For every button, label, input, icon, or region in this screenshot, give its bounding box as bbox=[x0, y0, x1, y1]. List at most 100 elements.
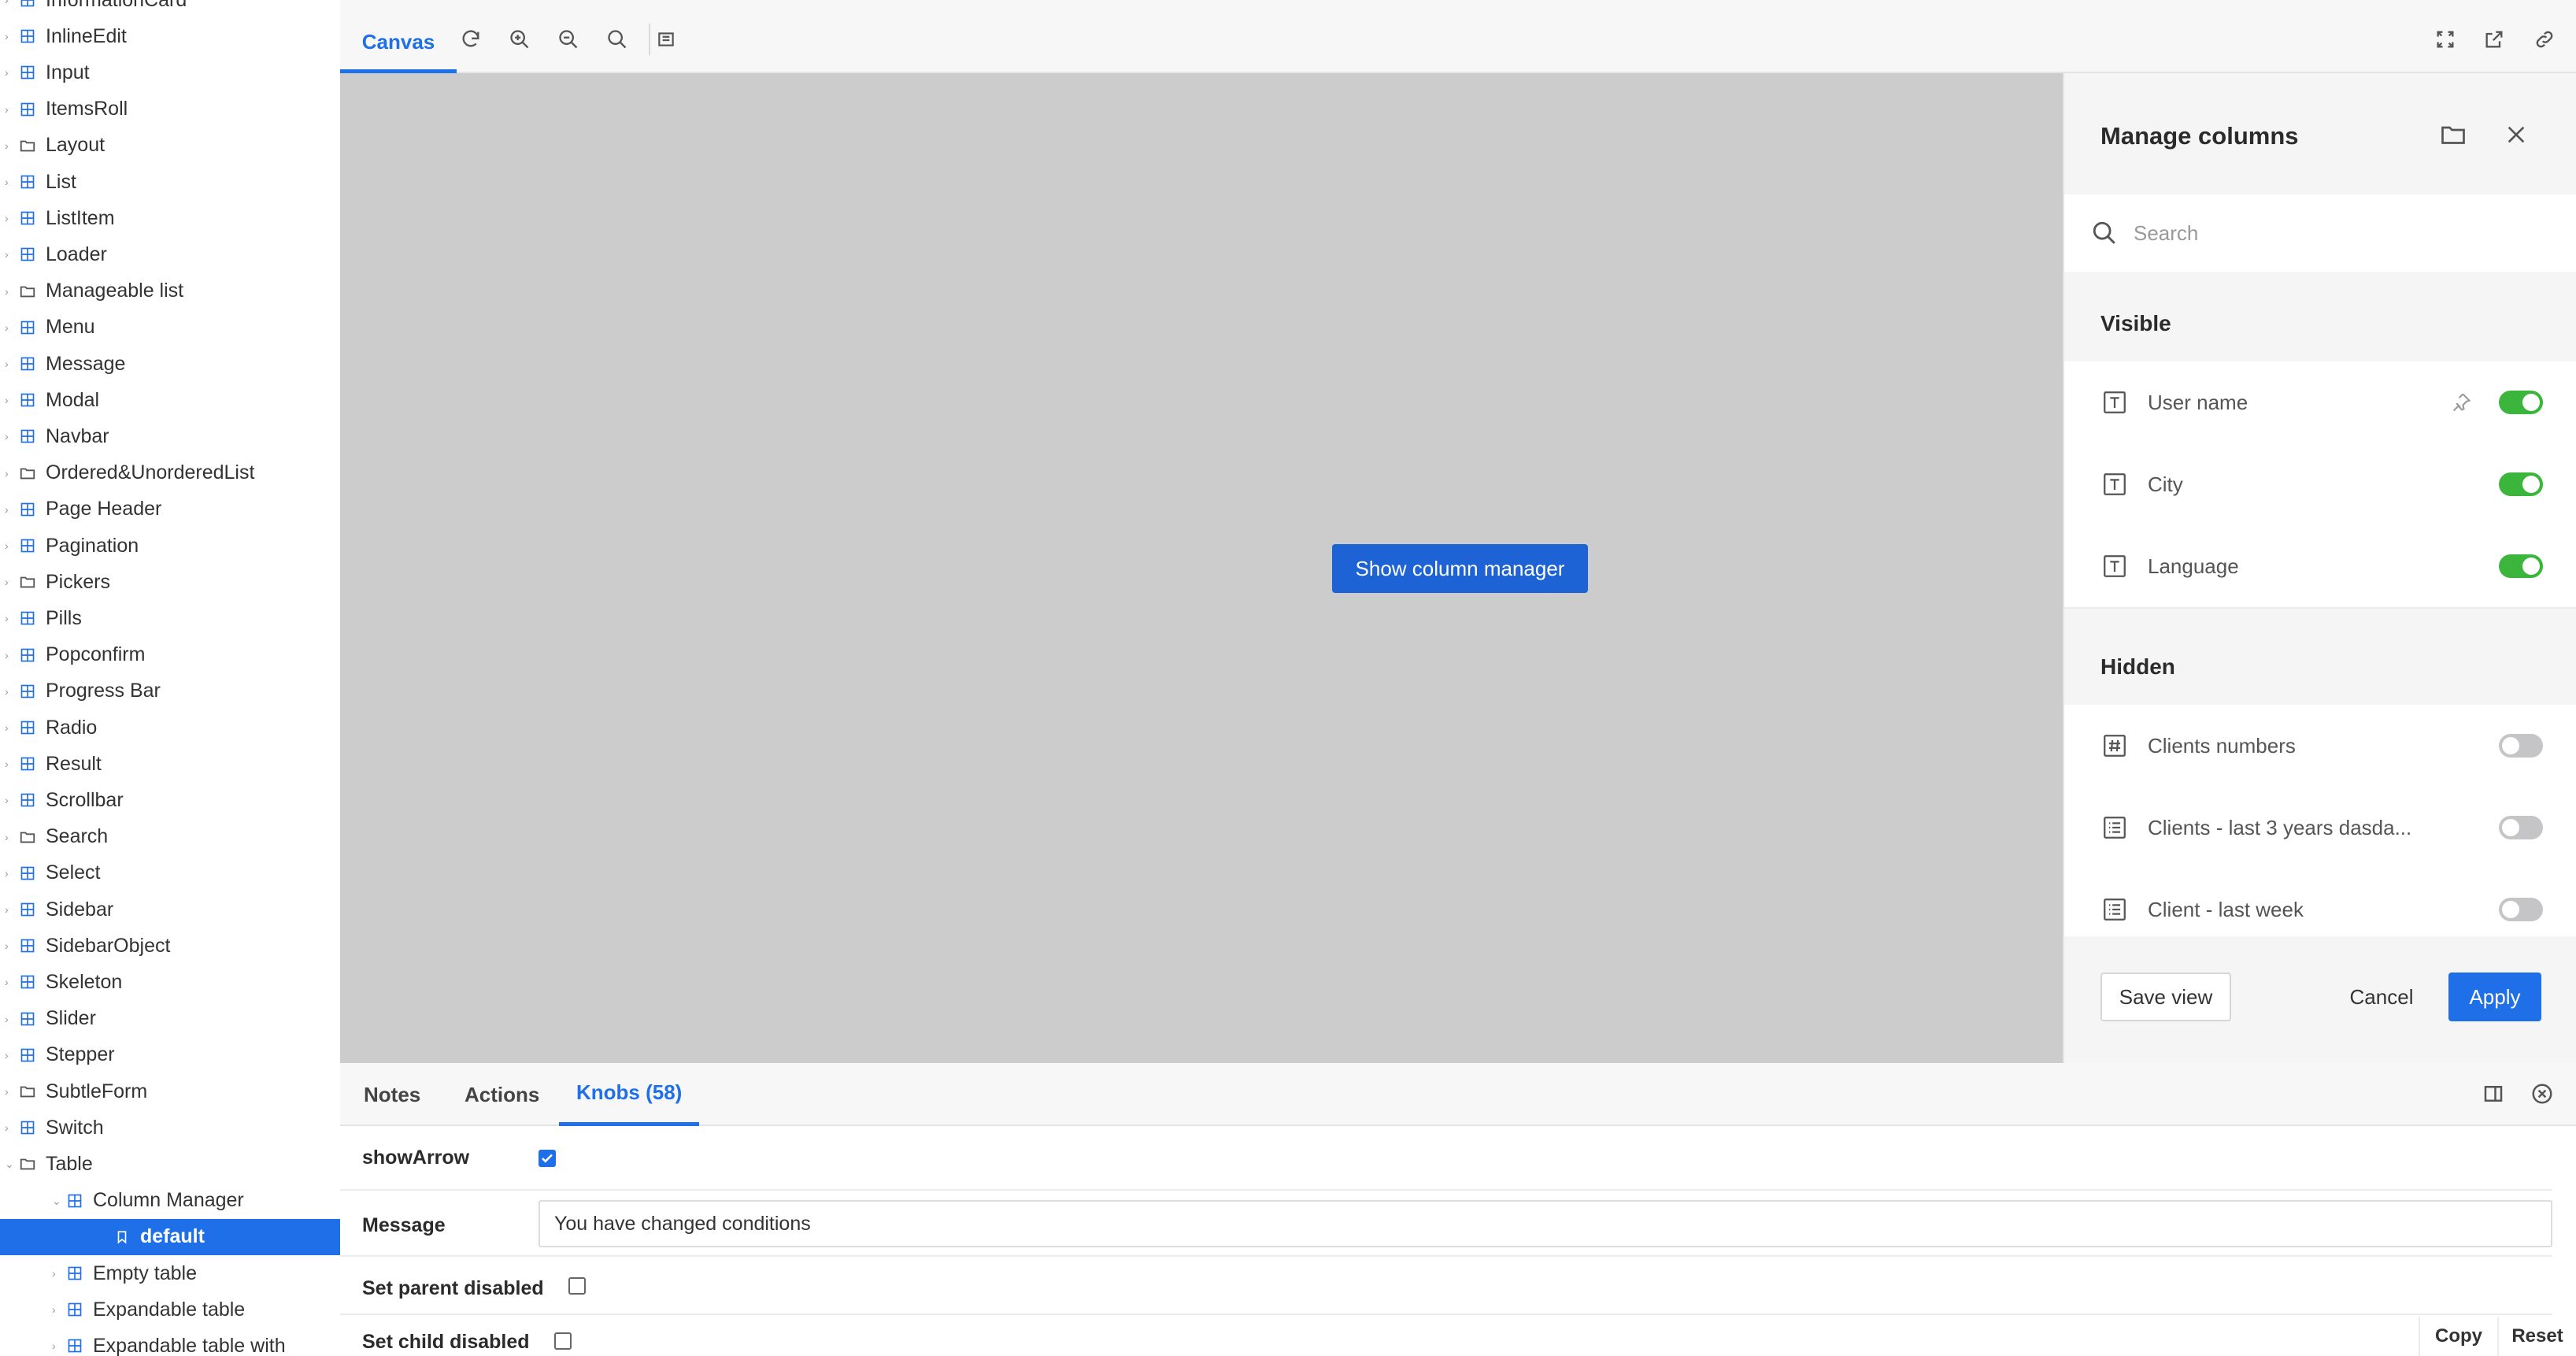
sidebar-item-page-header[interactable]: › Page Header bbox=[0, 491, 340, 528]
toolbar-divider bbox=[649, 24, 650, 55]
sidebar-item-pickers[interactable]: › Pickers bbox=[0, 564, 340, 600]
sidebar-item-skeleton[interactable]: › Skeleton bbox=[0, 964, 340, 1000]
sidebar-item-label: SidebarObject bbox=[46, 934, 171, 957]
sidebar-item-slider[interactable]: › Slider bbox=[0, 1001, 340, 1037]
sidebar-item-listitem[interactable]: › ListItem bbox=[0, 200, 340, 236]
sidebar-item-progress-bar[interactable]: › Progress Bar bbox=[0, 673, 340, 709]
sidebar-item-label: Message bbox=[46, 352, 126, 375]
sidebar-item-inlineedit[interactable]: › InlineEdit bbox=[0, 18, 340, 54]
fullscreen-icon[interactable] bbox=[2433, 27, 2458, 52]
show-arrow-checkbox[interactable] bbox=[539, 1150, 556, 1167]
zoom-reset-icon[interactable] bbox=[605, 27, 630, 52]
sidebar-item-modal[interactable]: › Modal bbox=[0, 382, 340, 418]
column-visibility-toggle[interactable] bbox=[2499, 472, 2543, 496]
show-column-manager-button[interactable]: Show column manager bbox=[1332, 544, 1588, 593]
sidebar-item-expandable-table[interactable]: › Expandable table bbox=[0, 1291, 340, 1328]
sidebar-item-sidebarobject[interactable]: › SidebarObject bbox=[0, 928, 340, 964]
column-row[interactable]: User name bbox=[2064, 361, 2576, 445]
sidebar-item-switch[interactable]: › Switch bbox=[0, 1110, 340, 1146]
sidebar-item-search[interactable]: › Search bbox=[0, 819, 340, 855]
toggle-knob bbox=[2522, 476, 2540, 493]
tab-actions[interactable]: Actions bbox=[464, 1063, 539, 1126]
folder-icon bbox=[19, 465, 36, 482]
set-parent-disabled-checkbox[interactable] bbox=[568, 1277, 586, 1295]
knob-row-set-parent-disabled: Set parent disabled bbox=[340, 1257, 2552, 1315]
sidebar-item-pagination[interactable]: › Pagination bbox=[0, 528, 340, 564]
sidebar-item-result[interactable]: › Result bbox=[0, 746, 340, 782]
search-input[interactable] bbox=[2134, 220, 2527, 246]
column-row[interactable]: Clients - last 3 years dasda... bbox=[2064, 787, 2576, 870]
column-visibility-toggle[interactable] bbox=[2499, 898, 2543, 921]
sidebar-item-menu[interactable]: › Menu bbox=[0, 309, 340, 346]
sidebar-item-input[interactable]: › Input bbox=[0, 54, 340, 91]
sidebar-item-scrollbar[interactable]: › Scrollbar bbox=[0, 782, 340, 818]
sidebar-item-pills[interactable]: › Pills bbox=[0, 600, 340, 636]
background-icon[interactable] bbox=[653, 27, 679, 52]
pin-icon[interactable] bbox=[2447, 388, 2475, 417]
sidebar-item-label: Empty table bbox=[93, 1262, 198, 1284]
folder-icon[interactable] bbox=[2437, 119, 2469, 150]
sidebar-item-label: Search bbox=[46, 825, 109, 848]
message-textarea[interactable]: You have changed conditions bbox=[539, 1200, 2552, 1247]
reset-button[interactable]: Reset bbox=[2497, 1317, 2576, 1356]
column-visibility-toggle[interactable] bbox=[2499, 391, 2543, 414]
sidebar-item-default[interactable]: default bbox=[0, 1218, 340, 1255]
sidebar-item-select[interactable]: › Select bbox=[0, 855, 340, 891]
sidebar-item-label: Switch bbox=[46, 1116, 104, 1139]
chevron-right-icon: › bbox=[5, 684, 9, 698]
tab-canvas[interactable]: Canvas bbox=[340, 14, 457, 73]
sidebar-item-radio[interactable]: › Radio bbox=[0, 709, 340, 746]
sidebar-item-manageable-list[interactable]: › Manageable list bbox=[0, 273, 340, 309]
column-visibility-toggle[interactable] bbox=[2499, 554, 2543, 578]
tab-knobs[interactable]: Knobs (58) bbox=[559, 1063, 700, 1126]
sidebar-item-table[interactable]: ⌄ Table bbox=[0, 1146, 340, 1182]
sidebar-item-loader[interactable]: › Loader bbox=[0, 236, 340, 272]
zoom-in-icon[interactable] bbox=[507, 27, 532, 52]
refresh-icon[interactable] bbox=[458, 27, 483, 52]
sidebar-item-itemsroll[interactable]: › ItemsRoll bbox=[0, 91, 340, 128]
sidebar-item-navbar[interactable]: › Navbar bbox=[0, 418, 340, 454]
component-icon bbox=[19, 683, 36, 700]
component-icon bbox=[19, 101, 36, 118]
copy-button[interactable]: Copy bbox=[2419, 1317, 2497, 1356]
apply-button[interactable]: Apply bbox=[2448, 973, 2541, 1021]
zoom-out-icon[interactable] bbox=[556, 27, 581, 52]
sidebar-item-expandable-table-with[interactable]: › Expandable table with bbox=[0, 1328, 340, 1356]
sidebar-item-list[interactable]: › List bbox=[0, 164, 340, 200]
sidebar-item-ordered-unorderedlist[interactable]: › Ordered&UnorderedList bbox=[0, 455, 340, 491]
chevron-right-icon: › bbox=[5, 1048, 9, 1061]
set-child-disabled-checkbox[interactable] bbox=[554, 1332, 572, 1350]
close-icon[interactable] bbox=[2500, 119, 2532, 150]
column-row[interactable]: Language bbox=[2064, 525, 2576, 609]
component-icon bbox=[19, 1047, 36, 1064]
knob-label: showArrow bbox=[362, 1147, 470, 1169]
column-row[interactable]: City bbox=[2064, 443, 2576, 527]
copy-link-icon[interactable] bbox=[2532, 27, 2557, 52]
open-new-tab-icon[interactable] bbox=[2482, 27, 2507, 52]
sidebar-item-sidebar[interactable]: › Sidebar bbox=[0, 891, 340, 928]
layout-toggle-icon[interactable] bbox=[2482, 1082, 2505, 1106]
sidebar-item-message[interactable]: › Message bbox=[0, 346, 340, 382]
column-visibility-toggle[interactable] bbox=[2499, 816, 2543, 839]
sidebar-item-label: Progress Bar bbox=[46, 680, 161, 702]
close-panel-icon[interactable] bbox=[2530, 1082, 2554, 1106]
tab-notes[interactable]: Notes bbox=[364, 1063, 420, 1126]
component-icon bbox=[19, 755, 36, 772]
sidebar-item-informationcard[interactable]: › InformationCard bbox=[0, 0, 340, 18]
column-row[interactable]: Clients numbers bbox=[2064, 705, 2576, 788]
chevron-right-icon: › bbox=[5, 903, 9, 916]
sidebar-item-stepper[interactable]: › Stepper bbox=[0, 1037, 340, 1073]
sidebar-item-empty-table[interactable]: › Empty table bbox=[0, 1255, 340, 1291]
chevron-right-icon: › bbox=[5, 1121, 9, 1135]
chevron-right-icon: › bbox=[5, 648, 9, 661]
sidebar-item-subtleform[interactable]: › SubtleForm bbox=[0, 1073, 340, 1110]
sidebar-item-layout[interactable]: › Layout bbox=[0, 128, 340, 164]
chevron-right-icon: › bbox=[5, 866, 9, 880]
column-visibility-toggle[interactable] bbox=[2499, 734, 2543, 758]
sidebar-item-popconfirm[interactable]: › Popconfirm bbox=[0, 637, 340, 673]
sidebar-item-column-manager[interactable]: ⌄ Column Manager bbox=[0, 1183, 340, 1219]
visible-section-label: Visible bbox=[2100, 311, 2171, 335]
save-view-button[interactable]: Save view bbox=[2100, 973, 2231, 1021]
sidebar-item-label: Radio bbox=[46, 716, 98, 739]
cancel-button[interactable]: Cancel bbox=[2340, 973, 2423, 1021]
